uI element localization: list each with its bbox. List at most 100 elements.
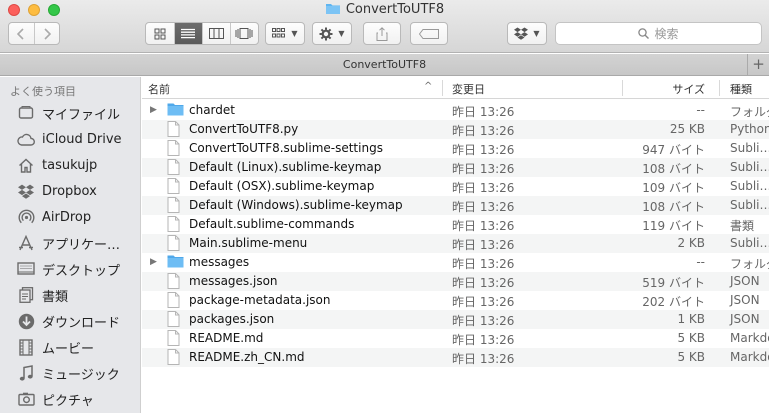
sidebar-item-label: ムービー [42, 341, 95, 357]
sidebar-item[interactable]: ムービー [16, 336, 94, 358]
share-button[interactable] [363, 22, 401, 45]
file-row[interactable]: packages.json 昨日 13:26 1 KB JSON [142, 310, 769, 329]
sidebar-item[interactable]: デスクトップ [16, 258, 120, 280]
sidebar-item[interactable]: AirDrop [16, 206, 91, 228]
file-size: 108 バイト [642, 162, 705, 176]
file-row[interactable]: ConvertToUTF8.py 昨日 13:26 25 KB Python [142, 120, 769, 139]
file-name: messages.json [189, 274, 278, 288]
column-view-button[interactable] [201, 23, 230, 44]
file-date: 昨日 13:26 [452, 295, 515, 309]
file-size: 109 バイト [642, 181, 705, 195]
file-row[interactable]: messages.json 昨日 13:26 519 バイト JSON [142, 272, 769, 291]
sidebar-item-label: 書類 [42, 289, 69, 305]
document-icon [167, 140, 180, 159]
sidebar-item[interactable]: tasukujp [16, 154, 97, 176]
file-name: ConvertToUTF8.sublime-settings [189, 141, 383, 155]
new-tab-button[interactable]: + [747, 54, 769, 75]
toolbar: ConvertToUTF8 ▼ ▼ ▼ 検索 [0, 0, 769, 53]
sidebar-item[interactable]: 書類 [16, 284, 68, 306]
chevron-down-icon: ▼ [533, 29, 540, 38]
documents-icon [16, 286, 36, 304]
file-row[interactable]: Main.sublime-menu 昨日 13:26 2 KB Subli… [142, 234, 769, 253]
sidebar-item[interactable]: ピクチャ [16, 388, 94, 410]
document-icon [167, 121, 180, 140]
columns-icon [208, 28, 224, 39]
sidebar-item-label: アプリケー… [42, 237, 121, 253]
column-divider[interactable] [442, 80, 443, 96]
sidebar-item-label: iCloud Drive [42, 131, 122, 147]
file-date: 昨日 13:26 [452, 238, 515, 252]
tab-current-folder[interactable]: ConvertToUTF8 [343, 58, 426, 71]
movies-icon [16, 338, 36, 356]
folder-row[interactable]: ▶ messages 昨日 13:26 -- フォルダ [142, 253, 769, 272]
file-size: 947 バイト [642, 143, 705, 157]
search-input[interactable]: 検索 [555, 22, 762, 45]
sidebar-item-label: デスクトップ [42, 263, 121, 279]
file-size: -- [696, 255, 705, 269]
document-icon [167, 197, 180, 216]
file-row[interactable]: README.md 昨日 13:26 5 KB Markdown [142, 329, 769, 348]
column-divider[interactable] [719, 80, 720, 96]
file-name: README.zh_CN.md [189, 350, 305, 364]
arrange-icon [272, 28, 286, 38]
file-name: Main.sublime-menu [189, 236, 308, 250]
chevron-down-icon: ▼ [291, 29, 298, 38]
tags-button[interactable] [410, 22, 448, 45]
file-kind: Subli… [730, 236, 769, 250]
sidebar-item[interactable]: ダウンロード [16, 310, 120, 332]
sidebar-item[interactable]: ミュージック [16, 362, 120, 384]
gear-icon [319, 27, 333, 40]
file-size: 119 バイト [642, 219, 705, 233]
coverflow-view-button[interactable] [229, 23, 258, 44]
file-date: 昨日 13:26 [452, 219, 515, 233]
file-date: 昨日 13:26 [452, 105, 515, 119]
column-header-size[interactable]: サイズ [622, 81, 705, 97]
arrange-button[interactable]: ▼ [265, 22, 305, 45]
column-header-name[interactable]: 名前 [148, 81, 170, 97]
file-kind: JSON [730, 274, 760, 288]
file-row[interactable]: Default (OSX).sublime-keymap 昨日 13:26 109 … [142, 177, 769, 196]
file-kind: JSON [730, 293, 760, 307]
file-row[interactable]: package-metadata.json 昨日 13:26 202 バイト JSON [142, 291, 769, 310]
forward-button[interactable] [33, 23, 59, 44]
dropbox-icon [16, 182, 36, 200]
document-icon [167, 159, 180, 178]
dropbox-button[interactable]: ▼ [507, 22, 547, 45]
file-row[interactable]: Default.sublime-commands 昨日 13:26 119 バイト 書… [142, 215, 769, 234]
icon-view-button[interactable] [146, 23, 174, 44]
file-row[interactable]: Default (Windows).sublime-keymap 昨日 13:26… [142, 196, 769, 215]
desktop-icon [16, 260, 36, 278]
file-row[interactable]: ConvertToUTF8.sublime-settings 昨日 13:26 94… [142, 139, 769, 158]
sidebar-item[interactable]: iCloud Drive [16, 128, 122, 150]
sidebar: よく使う項目 マイファイル iCloud Drive tasukujp Dropbox… [0, 77, 141, 413]
file-row[interactable]: README.zh_CN.md 昨日 13:26 5 KB Markdown [142, 348, 769, 367]
disclosure-triangle-icon[interactable]: ▶ [150, 105, 157, 115]
applications-icon [16, 234, 36, 252]
sidebar-item-label: ミュージック [42, 367, 120, 383]
file-kind: 書類 [730, 219, 755, 233]
coverflow-icon [235, 28, 253, 39]
document-icon [167, 273, 180, 292]
list-view-button[interactable] [173, 23, 202, 44]
pictures-icon [16, 390, 36, 408]
file-name: Default.sublime-commands [189, 217, 355, 231]
column-header: 名前 ^ 変更日 サイズ 種類 [142, 77, 769, 99]
file-row[interactable]: Default (Linux).sublime-keymap 昨日 13:26 10… [142, 158, 769, 177]
all-files-icon [16, 104, 36, 122]
file-kind: Markdown [730, 350, 769, 364]
back-button[interactable] [9, 23, 34, 44]
sidebar-item-label: マイファイル [42, 107, 121, 123]
search-placeholder: 検索 [654, 27, 679, 41]
disclosure-triangle-icon[interactable]: ▶ [150, 257, 157, 267]
sidebar-item[interactable]: マイファイル [16, 102, 120, 124]
action-menu-button[interactable]: ▼ [312, 22, 352, 45]
file-size: 25 KB [669, 122, 705, 136]
column-header-date[interactable]: 変更日 [452, 81, 485, 97]
folder-row[interactable]: ▶ chardet 昨日 13:26 -- フォルダ [142, 101, 769, 120]
window-title: ConvertToUTF8 [0, 2, 769, 19]
file-name: Default (Windows).sublime-keymap [189, 198, 403, 212]
sidebar-item[interactable]: アプリケー… [16, 232, 120, 254]
column-header-kind[interactable]: 種類 [730, 81, 752, 97]
file-kind: JSON [730, 312, 760, 326]
sidebar-item[interactable]: Dropbox [16, 180, 97, 202]
